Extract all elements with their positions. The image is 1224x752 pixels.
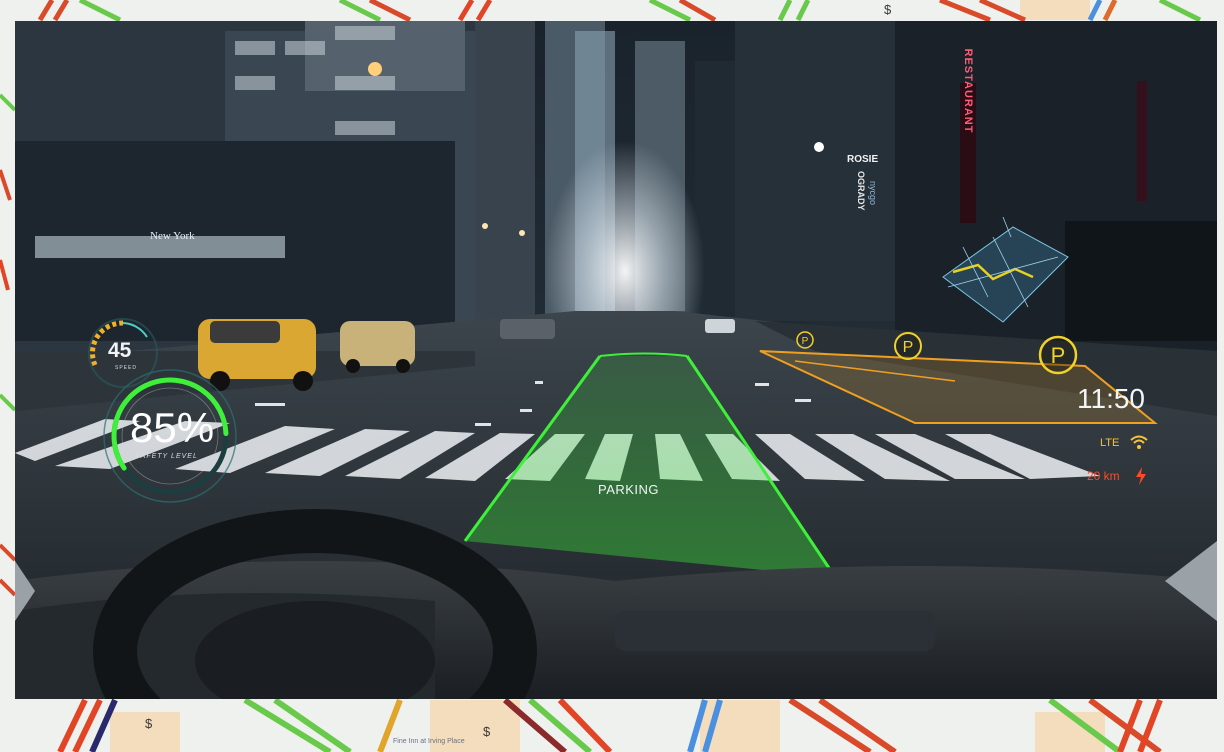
map-dollar-marker: $ <box>884 2 892 17</box>
newyork-sign: New York <box>150 230 195 242</box>
nycgo-sign: nycgo <box>868 181 878 205</box>
map-place-label: Fine Inn at Irving Place <box>393 738 465 745</box>
map-dollar-marker: $ <box>483 724 491 739</box>
nav-map-icon <box>942 217 1069 323</box>
map-dollar-marker: $ <box>145 716 153 731</box>
parking-icon: P <box>894 332 922 360</box>
safety-level-value: 85% <box>130 404 215 451</box>
parking-icon-letter: P <box>1051 343 1066 368</box>
speed-value: 45 <box>108 339 132 362</box>
safety-level-label: SAFETY LEVEL <box>135 453 198 460</box>
parking-label: PARKING <box>598 482 660 497</box>
distance-remaining: 20 km <box>1087 469 1120 483</box>
parking-icon: P <box>1038 335 1078 375</box>
parking-icon: P <box>796 331 814 349</box>
network-status: LTE <box>1100 437 1120 449</box>
restaurant-sign: RESTAURANT <box>962 49 974 134</box>
ogrady-sign: OGRADY <box>856 171 866 211</box>
parking-icon-letter: P <box>802 336 809 347</box>
parking-icon-letter: P <box>903 339 914 356</box>
bolt-icon <box>1136 467 1146 485</box>
hud-scene-image: RESTAURANT ROSIE OGRADY nycgo New York 4… <box>15 21 1217 699</box>
rosie-sign: ROSIE <box>847 154 878 165</box>
clock-time: 11:50 <box>1077 383 1145 414</box>
wifi-icon <box>1130 435 1148 449</box>
